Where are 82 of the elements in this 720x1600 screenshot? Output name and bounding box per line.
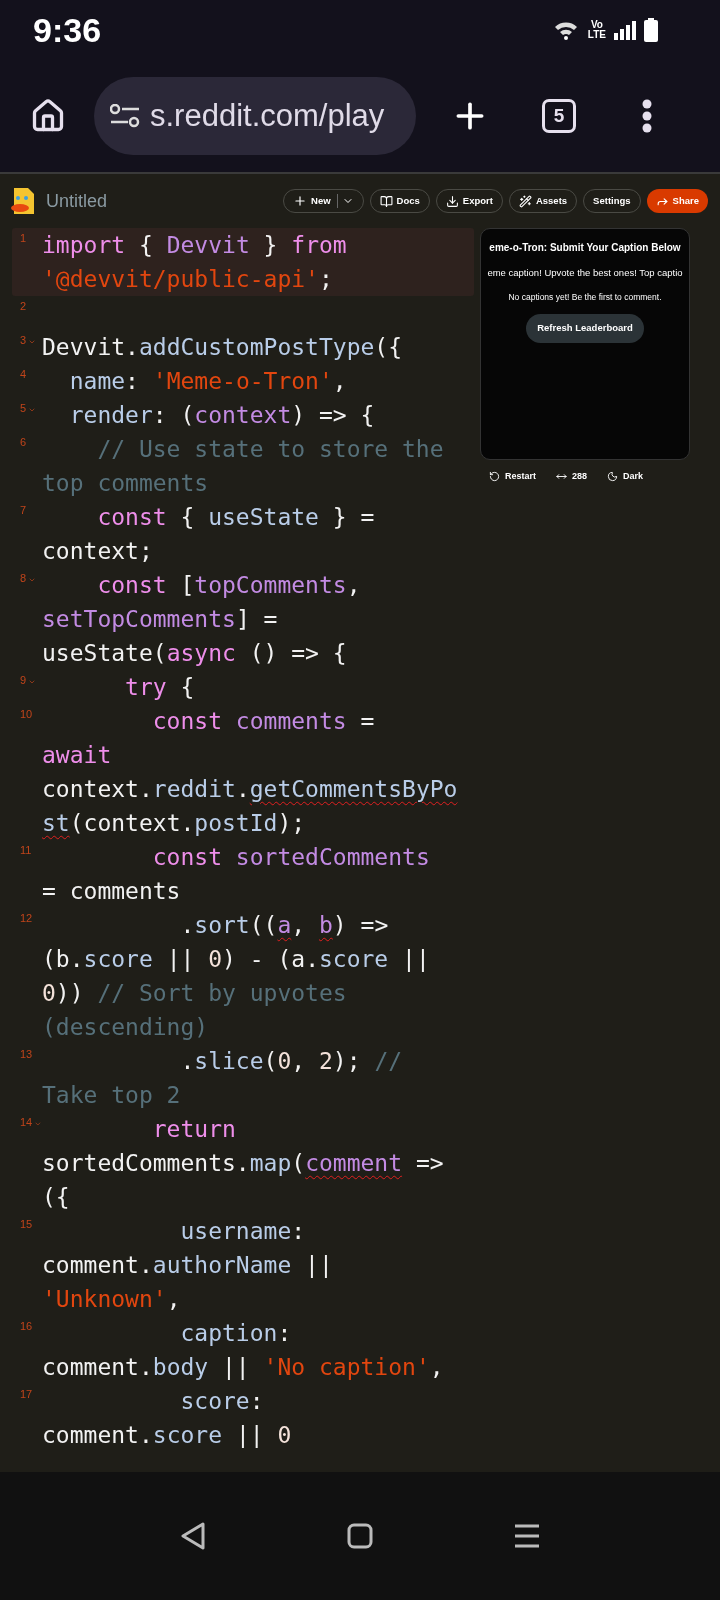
code-line: username: [179,1217,307,1246]
code-line: caption: [179,1319,293,1348]
code-line: setTopComments] = [42,605,279,634]
menu-icon[interactable] [642,99,652,133]
code-line: Take top 2 [42,1081,182,1110]
moon-icon [607,471,619,483]
line-number: 15 [20,1218,33,1230]
code-line: context.reddit.getCommentsByPo [42,775,458,804]
code-line: Devvit.addCustomPostType({ [42,333,403,362]
code-line: comment.authorName || [42,1251,333,1280]
code-line: score: [179,1387,265,1416]
code-line: .slice(0, 2); // [179,1047,403,1076]
code-line: (descending) [42,1013,210,1042]
line-number: 3 [20,334,27,346]
plus-icon [293,194,308,208]
book-icon [379,194,393,208]
line-number: 17 [20,1388,33,1400]
wand-icon [518,194,532,208]
battery-icon [644,18,658,42]
line-number: 6 [20,436,27,448]
line-number: 11 [20,844,32,856]
code-line: const { useState } = [96,503,375,532]
empty-message: No captions yet! Be the first to comment. [508,291,662,304]
code-line: useState(async () => { [42,639,348,668]
code-line: = comments [42,877,182,906]
tab-count-button[interactable]: 5 [542,99,576,133]
code-line: comment.body || 'No caption', [42,1353,444,1382]
code-line: return [151,1115,237,1144]
line-number: 2 [20,300,27,312]
recents-icon[interactable] [513,1524,540,1548]
preview-title: eme-o-Tron: Submit Your Caption Below [489,241,681,255]
code-line: render: (context) => { [68,401,375,430]
signal-icon [614,20,636,40]
line-number: 10 [20,708,33,720]
url-text: s.reddit.com/play [150,96,385,135]
preview-control[interactable]: Restart [489,470,536,484]
line-number: 13 [20,1048,33,1060]
code-line: '@devvit/public-api'; [42,265,334,294]
share-button[interactable]: Share [646,189,708,213]
code-line: st(context.postId); [42,809,307,838]
site-settings-icon [110,104,140,128]
code-line: top comments [42,469,210,498]
code-line: .sort((a, b) => [179,911,390,940]
line-number: 12 [20,912,33,924]
code-line: const comments = [151,707,376,736]
code-line: comment.score || 0 [42,1421,292,1450]
code-line: await [42,741,113,770]
preview-subtitle: eme caption! Upvote the best ones! Top captio [487,266,683,280]
code-line: ({ [42,1183,71,1212]
code-line: // Use state to store the [96,435,444,464]
code-line: import { Devvit } from [42,231,347,260]
restart-icon [489,471,500,483]
line-number: 7 [20,504,27,516]
address-bar[interactable]: s.reddit.com/play [94,77,416,155]
code-line: 0)) // Sort by upvotes [42,979,348,1008]
refresh-leaderboard-button[interactable]: Refresh Leaderboard [526,314,644,343]
preview-control[interactable]: 288 [556,470,588,484]
line-number: 8 [20,572,27,584]
project-title: Untitled [46,189,108,213]
code-line: context; [42,537,154,566]
code-line: try { [124,673,195,702]
line-number: 4 [20,368,27,380]
home-nav-icon[interactable] [347,1523,373,1549]
clock: 9:36 [33,9,102,51]
wifi-icon [553,20,580,40]
back-icon[interactable] [180,1521,207,1551]
line-number: 14 [20,1116,33,1128]
code-line: (b.score || 0) - (a.score || [42,945,430,974]
download-icon [445,194,459,208]
code-line: const sortedComments [151,843,430,872]
line-number: 16 [20,1320,33,1332]
home-button[interactable] [30,98,66,134]
line-number: 5 [20,402,27,414]
line-number: 1 [20,232,27,244]
logo-icon [10,186,36,216]
preview-control[interactable]: Dark [607,470,644,484]
code-line: name: 'Meme-o-Tron', [68,367,347,396]
code-line: sortedComments.map(comment => [42,1149,444,1178]
line-number: 9 [20,674,27,686]
network-type: Vo LTE [587,20,606,40]
code-line: 'Unknown', [42,1285,182,1314]
code-line: const [topComments, [96,571,361,600]
